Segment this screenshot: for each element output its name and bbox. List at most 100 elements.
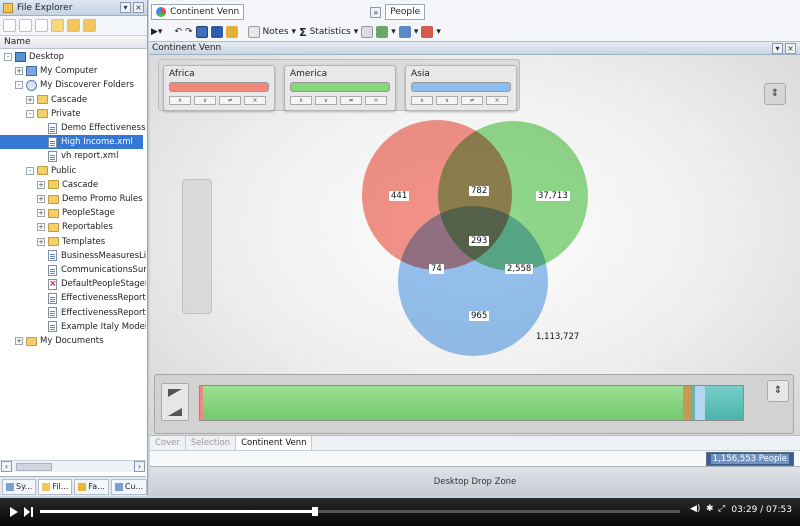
tree-item[interactable]: + Cascade [0, 93, 87, 107]
tree-item[interactable]: + Templates [0, 235, 105, 249]
grid-icon[interactable] [361, 26, 374, 38]
view-icon[interactable] [35, 19, 48, 32]
expand-icon[interactable]: + [37, 209, 45, 218]
bar-orientation-control[interactable] [161, 383, 189, 421]
close-icon[interactable]: × [133, 2, 144, 13]
nav-forward-icon[interactable]: » [370, 6, 382, 18]
tree-item-label: BusinessMeasuresLibra [61, 250, 146, 261]
segment-america[interactable] [203, 386, 683, 420]
expand-icon[interactable]: + [37, 180, 45, 189]
tree-horizontal-scrollbar[interactable]: ‹ › [0, 460, 146, 472]
asia-circle[interactable] [398, 206, 548, 356]
settings-icon[interactable]: ✱ [706, 504, 714, 514]
error-doc-icon: × [48, 278, 57, 290]
tree-item[interactable]: - Desktop [0, 50, 64, 64]
expand-icon[interactable]: + [37, 195, 45, 203]
tree-item-label: Cascade [62, 179, 99, 190]
tree-item[interactable]: EffectivenessReport.xn [0, 291, 146, 305]
table-selector[interactable]: People [385, 4, 426, 20]
tree-item[interactable]: - My Discoverer Folders [0, 78, 134, 92]
orientation-down-icon[interactable] [168, 408, 182, 416]
segment-asia[interactable] [695, 386, 705, 420]
play-icon[interactable] [10, 507, 18, 517]
statistics-menu[interactable]: Statistics [310, 27, 351, 37]
report-icon [48, 264, 57, 276]
collapse-icon[interactable]: - [26, 166, 34, 175]
tree-item-label: Demo Promo Rules [62, 194, 143, 204]
undo-icon[interactable]: ↶ [174, 27, 182, 37]
tree-item[interactable]: High Income.xml [0, 135, 143, 150]
left-tab[interactable]: Fil... [38, 478, 73, 495]
left-tab[interactable]: Cu... [110, 478, 148, 495]
folder-view-icon[interactable] [51, 19, 64, 32]
run-icon[interactable]: ▶▾ [151, 27, 162, 37]
tree-item[interactable]: BusinessMeasuresLibra [0, 249, 146, 263]
tab-continent-venn[interactable]: Continent Venn [236, 436, 313, 450]
venn-view-icon[interactable] [195, 26, 208, 38]
venn-label-outside: 1,113,727 [536, 332, 580, 342]
tree-item[interactable]: - Private [0, 107, 81, 121]
tree-item[interactable]: + My Computer [0, 64, 97, 78]
venn-label-america-asia: 2,558 [505, 264, 534, 274]
segment-bar[interactable] [199, 385, 744, 421]
expand-icon[interactable]: + [37, 237, 45, 246]
export-icon[interactable] [376, 26, 389, 38]
orientation-up-icon[interactable] [168, 389, 182, 397]
tree-item[interactable]: CommunicationsSumm [0, 263, 146, 277]
scroll-right-icon[interactable]: › [134, 461, 145, 472]
folder-up-icon[interactable] [67, 19, 80, 32]
left-tab-label: Sy... [16, 482, 33, 491]
database-icon[interactable] [225, 26, 238, 38]
new-icon[interactable] [3, 19, 16, 32]
chart-icon[interactable] [398, 26, 411, 38]
left-tab[interactable]: Fa... [74, 478, 109, 495]
expand-icon[interactable]: + [26, 95, 34, 104]
sigma-icon[interactable]: Σ [299, 26, 307, 39]
expand-icon[interactable]: + [37, 223, 45, 232]
tree-item-label: EffectivenessReport-W [61, 307, 146, 318]
folder-new-icon[interactable] [83, 19, 96, 32]
tree-item[interactable]: + My Documents [0, 334, 104, 348]
notes-menu[interactable]: Notes [263, 27, 289, 37]
expand-icon[interactable]: + [15, 337, 23, 345]
venn-close-icon[interactable]: × [785, 43, 796, 54]
folder-tree: - Desktop + My Computer - My Discoverer Folde… [0, 50, 146, 458]
video-progress-track[interactable] [40, 507, 680, 516]
expand-bar-button[interactable]: ⇕ [767, 380, 789, 402]
tree-item[interactable]: × DefaultPeopleStageDia [0, 277, 146, 291]
desktop-drop-zone[interactable]: Desktop Drop Zone [150, 466, 800, 496]
collapse-icon[interactable]: - [26, 109, 34, 118]
tree-item[interactable]: Example Italy Modellin [0, 320, 146, 334]
redo-icon[interactable]: ↷ [185, 27, 193, 37]
venn-pin-icon[interactable]: ▾ [772, 43, 783, 54]
segment-africa-america[interactable] [683, 386, 691, 420]
expand-icon[interactable]: + [15, 67, 23, 76]
report-icon [48, 122, 57, 134]
segment-other[interactable] [705, 386, 743, 420]
video-progress-knob[interactable] [312, 507, 319, 516]
pin-icon[interactable]: ▾ [120, 2, 131, 13]
tree-item[interactable]: + Reportables [0, 220, 113, 234]
fullscreen-icon[interactable]: ⤢ [718, 504, 725, 514]
scrollbar-thumb[interactable] [16, 463, 52, 471]
tree-item[interactable]: + Cascade [0, 178, 98, 192]
tree-item[interactable]: - Public [0, 164, 76, 178]
tree-item[interactable]: Demo Effectiveness Re [0, 121, 146, 135]
report-output-icon[interactable] [421, 26, 434, 38]
skip-icon[interactable] [24, 507, 33, 517]
volume-icon[interactable]: ◀) [690, 504, 700, 514]
collapse-icon[interactable]: - [4, 53, 12, 61]
scroll-left-icon[interactable]: ‹ [1, 461, 12, 472]
save-icon[interactable] [210, 26, 223, 38]
tree-item[interactable]: + PeopleStage [0, 206, 115, 220]
left-tab[interactable]: Sy... [2, 478, 37, 495]
name-column-header[interactable]: Name [0, 36, 147, 49]
document-tab[interactable]: Continent Venn [151, 4, 245, 20]
tree-item[interactable]: + Demo Promo Rules [0, 192, 143, 206]
tree-item[interactable]: EffectivenessReport-W [0, 306, 146, 320]
copy-icon[interactable] [19, 19, 32, 32]
collapse-icon[interactable]: - [15, 81, 23, 90]
tab-selection[interactable]: Selection [186, 436, 237, 450]
tab-cover[interactable]: Cover [150, 436, 186, 450]
tree-item[interactable]: vh report.xml [0, 149, 118, 163]
